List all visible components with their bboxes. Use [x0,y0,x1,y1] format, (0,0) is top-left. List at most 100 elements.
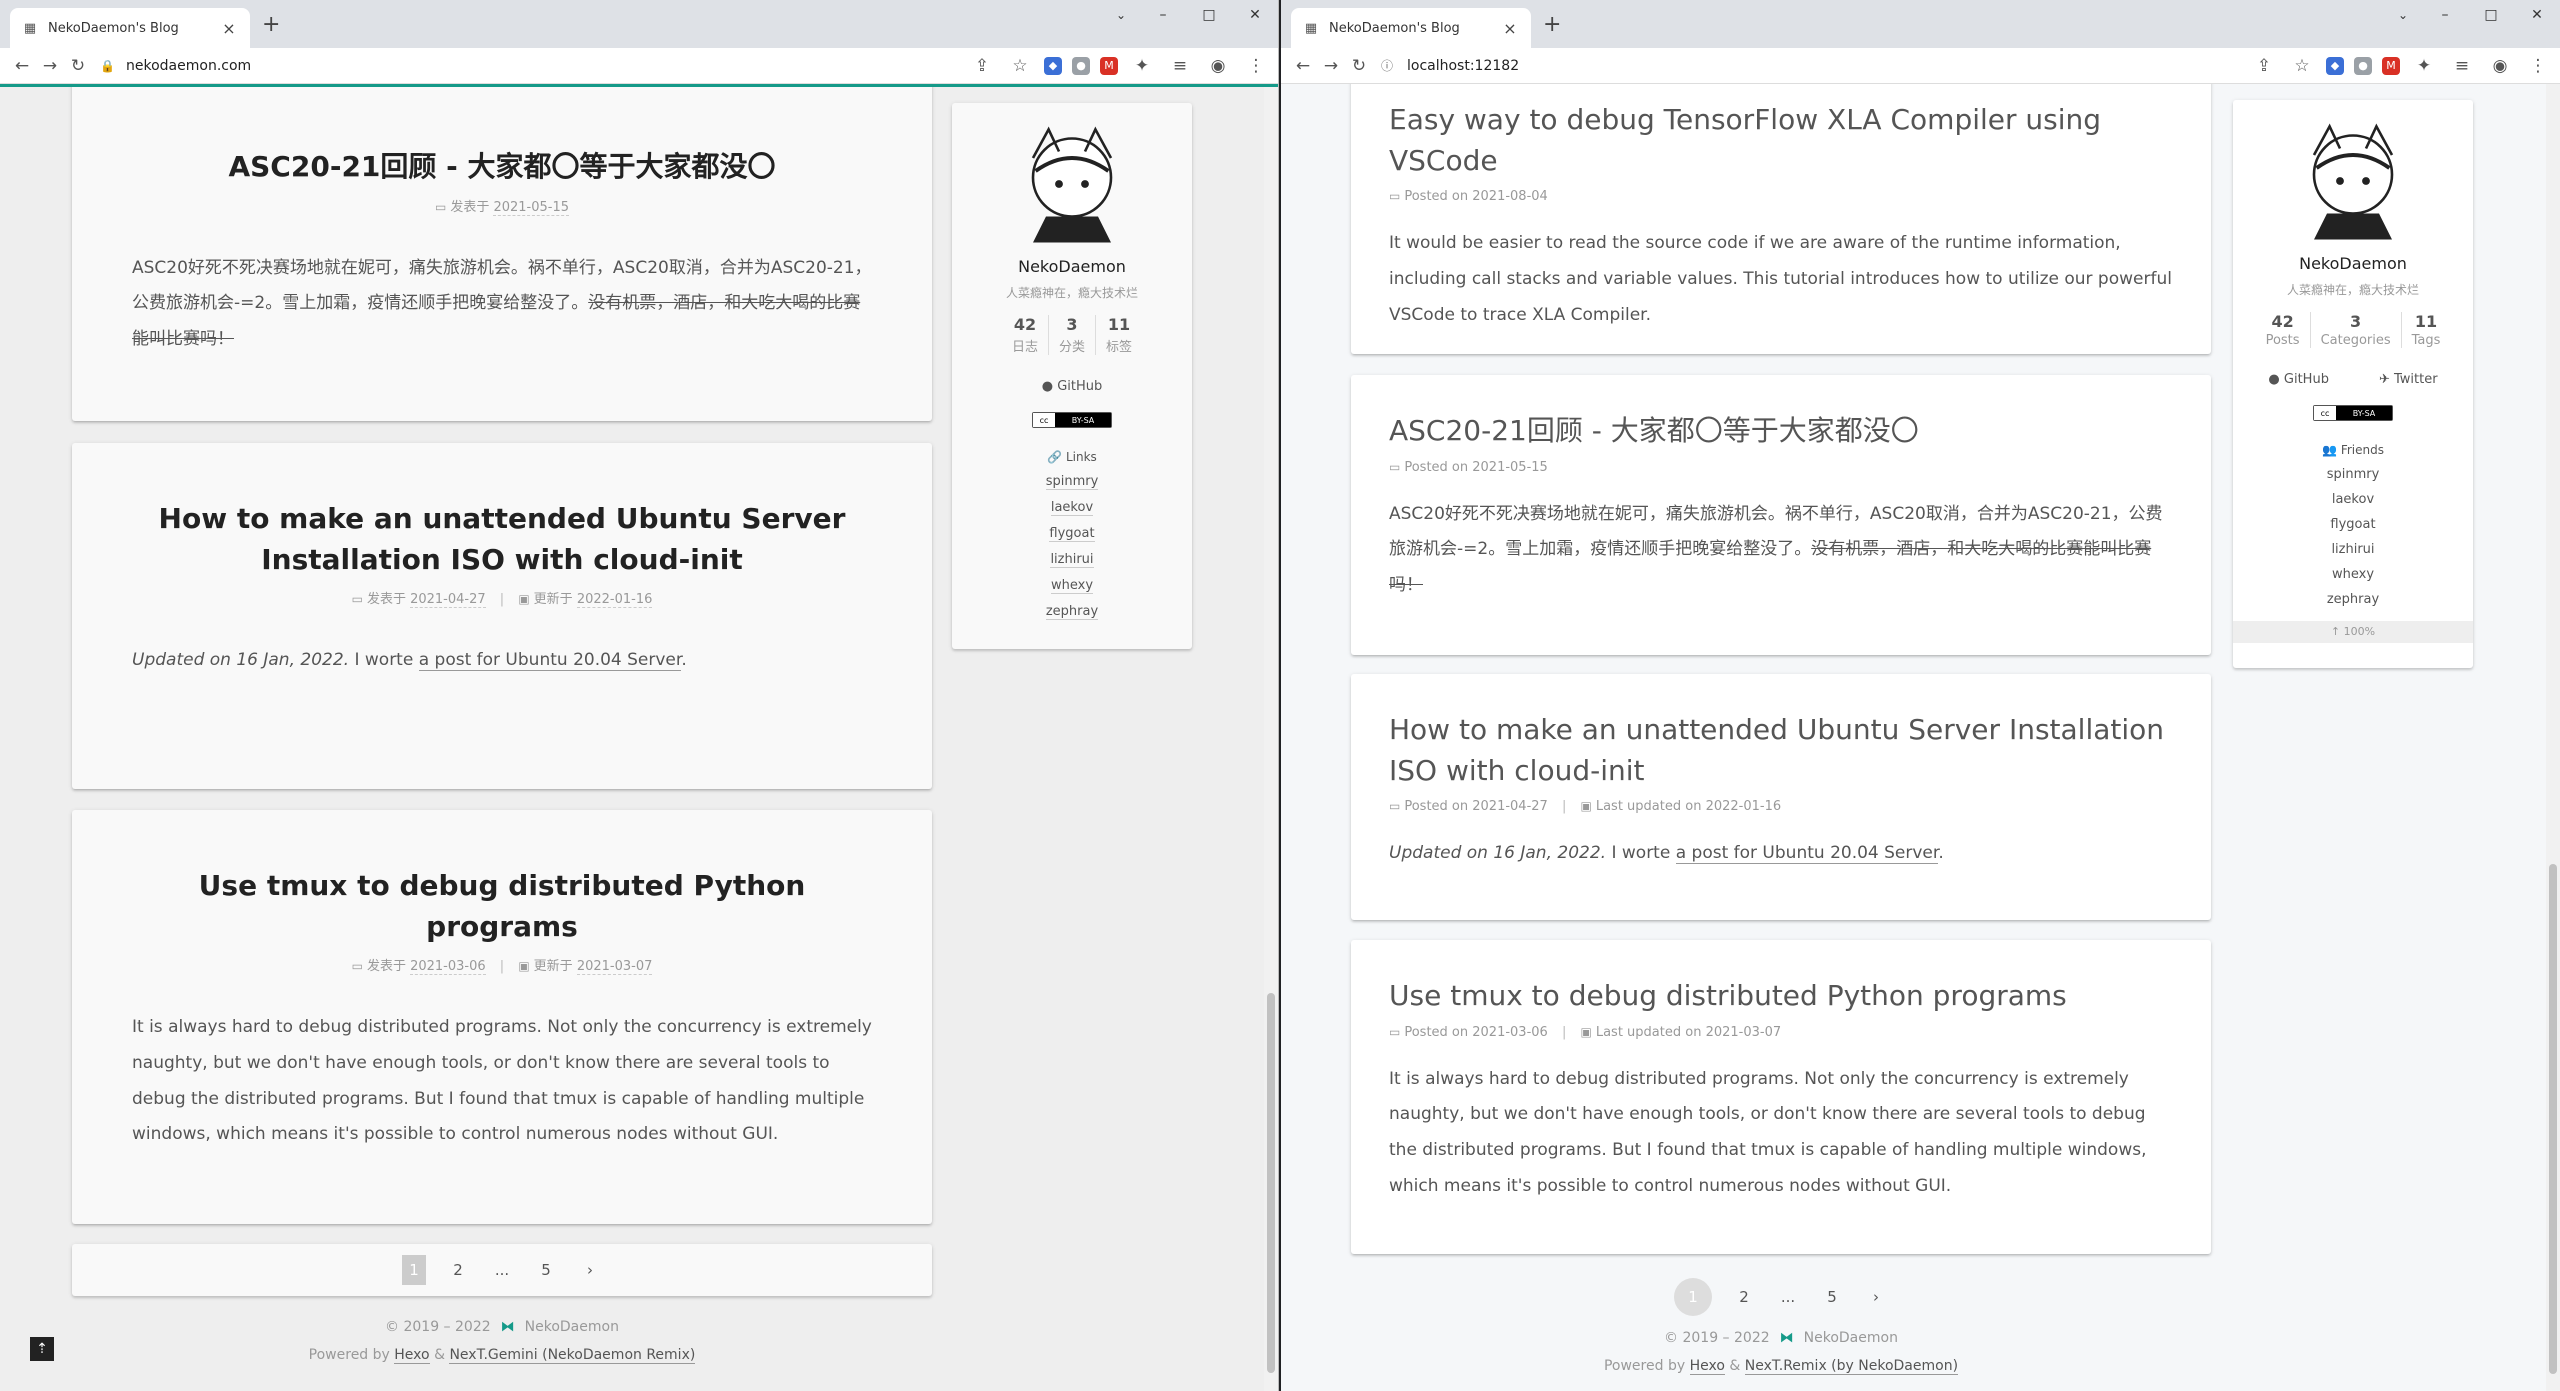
reload-icon[interactable]: ↻ [64,56,92,76]
minimize-icon[interactable]: – [1140,0,1186,30]
post-meta: ▭ Posted on 2021-04-27 | ▣ Last updated on… [1389,799,2173,814]
puzzle-icon[interactable]: ✦ [1128,56,1156,76]
scrollbar-thumb[interactable] [2549,864,2557,1374]
stat-categories[interactable]: 3 Categories [2309,312,2401,348]
tab-search-icon[interactable]: ⌄ [1102,0,1140,30]
excerpt-link[interactable]: a post for Ubuntu 20.04 Server [1675,843,1939,865]
blogroll-link[interactable]: zephray [1045,604,1099,620]
close-tab-icon[interactable]: × [1501,19,1519,38]
stat-tags[interactable]: 11 标签 [1095,315,1142,355]
browser-tab[interactable]: ▦ NekoDaemon's Blog × [1291,8,1531,48]
post-title[interactable]: Use tmux to debug distributed Python pro… [132,866,872,947]
page-5[interactable]: 5 [1820,1282,1844,1312]
posted-date: 2021-05-15 [493,199,570,216]
page-2[interactable]: 2 [446,1255,470,1285]
post-excerpt: Updated on 16 Jan, 2022. I worte a post … [132,643,872,679]
menu-icon[interactable]: ⋮ [2524,56,2552,76]
stat-categories[interactable]: 3 分类 [1047,315,1095,355]
blogroll-link[interactable]: lizhirui [2233,542,2473,557]
theme-link[interactable]: NexT.Gemini (NekoDaemon Remix) [449,1347,696,1364]
bookmark-star-icon[interactable]: ☆ [1006,56,1034,76]
github-link[interactable]: ● GitHub [2268,372,2329,387]
share-icon[interactable]: ⇪ [968,56,996,76]
new-tab-icon[interactable]: + [262,12,280,37]
post-title[interactable]: Use tmux to debug distributed Python pro… [1389,976,2173,1017]
browser-tab[interactable]: ▦ NekoDaemon's Blog × [10,8,250,48]
meta-separator: | [1561,1024,1567,1040]
profile-avatar-icon[interactable]: ◉ [2486,56,2514,76]
share-icon[interactable]: ⇪ [2250,56,2278,76]
address-bar[interactable]: 🔒 nekodaemon.com [100,52,960,80]
new-tab-icon[interactable]: + [1543,12,1561,37]
puzzle-icon[interactable]: ✦ [2410,56,2438,76]
post-title[interactable]: How to make an unattended Ubuntu Server … [1389,710,2173,791]
reading-list-icon[interactable]: ≡ [2448,56,2476,76]
reading-list-icon[interactable]: ≡ [1166,56,1194,76]
next-page-icon[interactable]: › [1864,1282,1888,1312]
close-tab-icon[interactable]: × [220,19,238,38]
profile-avatar-icon[interactable]: ◉ [1204,56,1232,76]
hexo-link[interactable]: Hexo [1689,1358,1725,1375]
post-title[interactable]: Easy way to debug TensorFlow XLA Compile… [1389,100,2173,181]
cc-license-badge[interactable]: cc BY-SA [2313,405,2393,421]
blogroll-link[interactable]: spinmry [2233,467,2473,482]
blogroll-link[interactable]: whexy [1050,578,1094,594]
posted-label: 发表于 [366,592,406,608]
post-title[interactable]: ASC20-21回顾 - 大家都〇等于大家都没〇 [132,147,872,188]
reload-icon[interactable]: ↻ [1345,56,1373,76]
extension-icon[interactable]: ● [1072,56,1090,75]
tab-search-icon[interactable]: ⌄ [2384,0,2422,30]
stat-posts[interactable]: 42 Posts [2256,312,2310,348]
scrollbar[interactable] [2546,84,2560,1391]
extension-icon[interactable]: ● [2354,56,2372,75]
cc-license-badge[interactable]: cc BY-SA [1032,412,1112,428]
back-icon[interactable]: ← [1289,56,1317,76]
lock-icon[interactable]: 🔒 [100,59,120,73]
post-title[interactable]: ASC20-21回顾 - 大家都〇等于大家都没〇 [1389,411,2173,452]
back-icon[interactable]: ← [8,56,36,76]
close-window-icon[interactable]: ✕ [2514,0,2560,30]
bookmark-star-icon[interactable]: ☆ [2288,56,2316,76]
back-to-top[interactable]: ↑ 100% [2233,621,2473,643]
info-icon[interactable]: ⓘ [1381,57,1401,74]
shield-extension-icon[interactable]: ◆ [2326,56,2344,75]
maximize-icon[interactable]: □ [1186,0,1232,30]
back-to-top-icon[interactable]: ⇡ [30,1337,54,1361]
blogroll-link[interactable]: flygoat [2233,517,2473,532]
hexo-link[interactable]: Hexo [394,1347,430,1364]
minimize-icon[interactable]: – [2422,0,2468,30]
page-1[interactable]: 1 [1674,1278,1712,1316]
excerpt-link[interactable]: a post for Ubuntu 20.04 Server [418,650,682,672]
page-1[interactable]: 1 [402,1255,426,1285]
blogroll-link[interactable]: flygoat [1049,526,1095,542]
forward-icon[interactable]: → [36,56,64,76]
github-link[interactable]: ● GitHub [1042,379,1103,394]
cat-icon: ⧓ [1779,1330,1794,1346]
post-title[interactable]: How to make an unattended Ubuntu Server … [132,499,872,580]
maximize-icon[interactable]: □ [2468,0,2514,30]
blogroll-link[interactable]: laekov [1050,500,1094,516]
shield-extension-icon[interactable]: ◆ [1044,56,1062,75]
address-bar[interactable]: ⓘ localhost:12182 [1381,52,2242,80]
post-excerpt: ASC20好死不死决赛场地就在妮可，痛失旅游机会。祸不单行，ASC20取消，合并… [1389,497,2173,604]
stat-tags[interactable]: 11 Tags [2400,312,2451,348]
scrollbar[interactable] [1264,87,1278,1391]
twitter-link[interactable]: ✈ Twitter [2379,372,2438,387]
theme-link[interactable]: NexT.Remix (by NekoDaemon) [1744,1358,1959,1375]
page-5[interactable]: 5 [534,1255,558,1285]
close-window-icon[interactable]: ✕ [1232,0,1278,30]
blogroll-link[interactable]: spinmry [1045,474,1099,490]
mail-extension-icon[interactable]: M [1100,56,1118,75]
menu-icon[interactable]: ⋮ [1242,56,1270,76]
mail-extension-icon[interactable]: M [2382,56,2400,75]
blogroll-link[interactable]: laekov [2233,492,2473,507]
next-page-icon[interactable]: › [578,1255,602,1285]
blogroll-link[interactable]: lizhirui [1050,552,1094,568]
blogroll-link[interactable]: whexy [2233,567,2473,582]
blogroll-link[interactable]: zephray [2233,592,2473,607]
scrollbar-thumb[interactable] [1267,993,1275,1373]
url-text: localhost:12182 [1407,57,1520,74]
stat-posts[interactable]: 42 日志 [1002,315,1048,355]
forward-icon[interactable]: → [1317,56,1345,76]
page-2[interactable]: 2 [1732,1282,1756,1312]
